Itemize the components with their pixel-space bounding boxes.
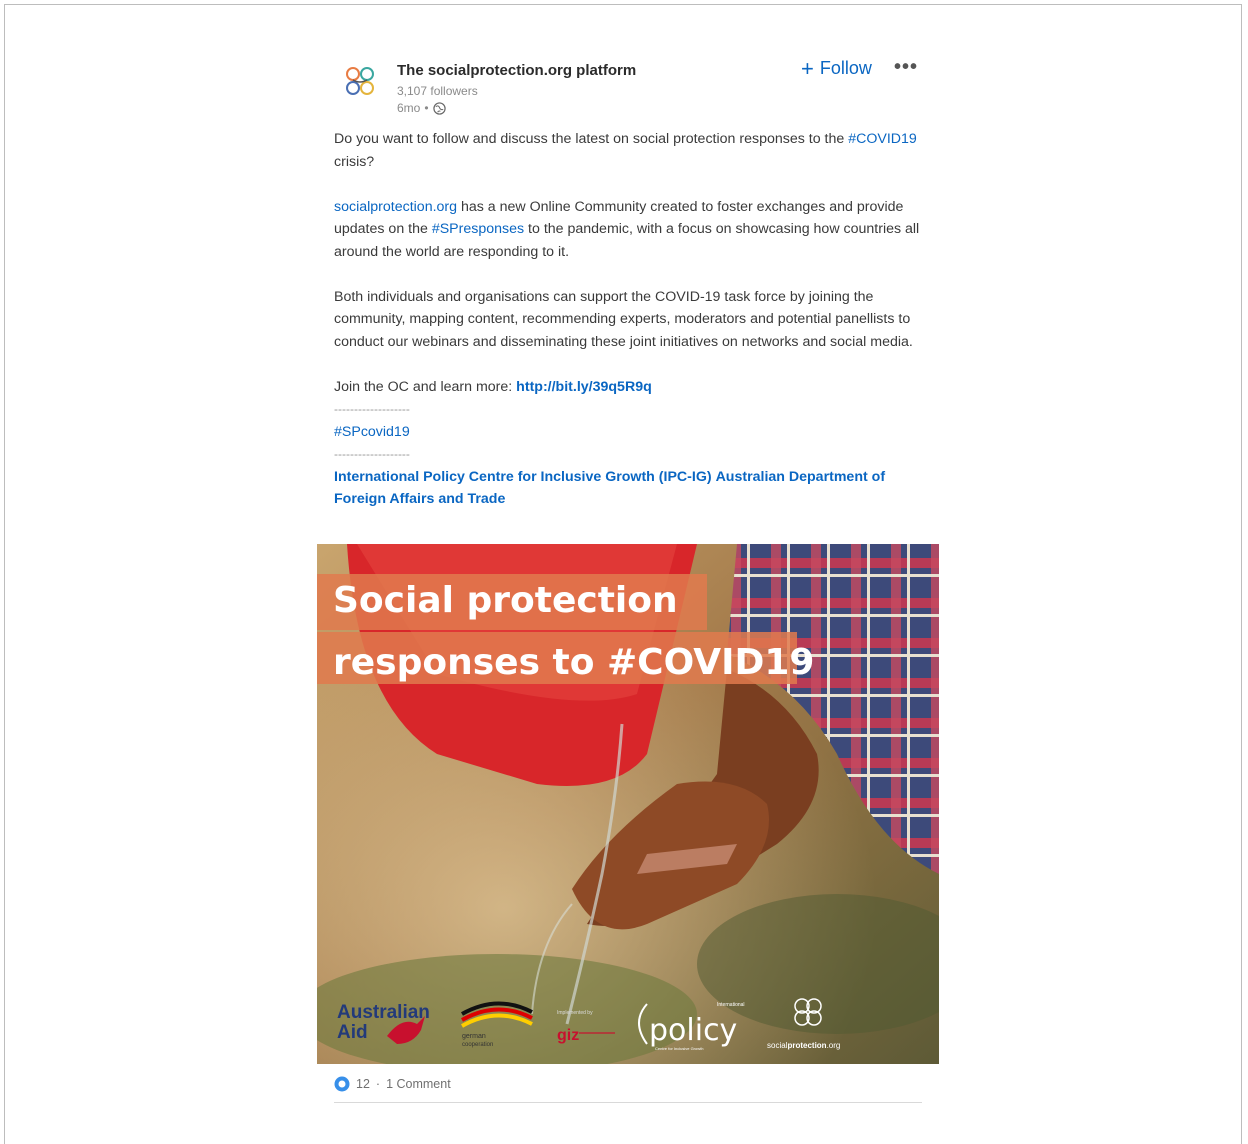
post-time: 6mo [397,101,421,115]
comments-count[interactable]: 1 Comment [386,1077,451,1091]
svg-text:german: german [462,1033,486,1040]
post-meta: 6mo • [397,101,446,115]
svg-text:International: International [717,1002,745,1008]
more-options-icon[interactable]: ••• [894,56,918,79]
hashtag-spresponses[interactable]: #SPresponses [432,221,524,237]
hashtag-covid19[interactable]: #COVID19 [848,131,917,147]
plus-icon: + [801,55,814,81]
paragraph-4: Join the OC and learn more: http://bit.l… [334,376,924,399]
svg-text:cooperation: cooperation [462,1042,493,1048]
bitly-link[interactable]: http://bit.ly/39q5R9q [516,379,652,395]
paragraph-3: Both individuals and organisations can s… [334,288,913,350]
post-body: Do you want to follow and discuss the la… [334,128,924,511]
follow-label: Follow [819,58,872,78]
mention-ipc-ig[interactable]: International Policy Centre for Inclusiv… [334,469,712,485]
p4-text: Join the OC and learn more: [334,378,517,395]
image-title-line1: Social protection [333,580,678,621]
followers-count: 3,107 followers [397,84,478,98]
meta-separator: • [424,101,429,115]
divider-dashes-2: ------------------- [334,447,410,461]
company-name[interactable]: The socialprotection.org platform [397,62,636,79]
divider-dashes-1: ------------------- [334,402,410,416]
svg-text:Australian: Australian [337,1002,430,1023]
post-header: The socialprotection.org platform 3,107 … [317,40,939,124]
paragraph-2: socialprotection.org has a new Online Co… [334,196,924,264]
linkedin-post: The socialprotection.org platform 3,107 … [317,40,939,1103]
reactions-count[interactable]: 12 [356,1077,370,1091]
svg-text:policy: policy [649,1013,737,1048]
p1-tail: crisis? [334,153,375,170]
svg-text:Implemented by: Implemented by [557,1010,593,1016]
hashtag-spcovid19[interactable]: #SPcovid19 [334,421,924,444]
like-reaction-icon [334,1076,350,1092]
globe-icon [432,101,446,115]
social-counts[interactable]: 12 · 1 Comment [334,1076,451,1092]
socialprotection-link[interactable]: socialprotection.org [334,199,457,215]
p1-text: Do you want to follow and discuss the la… [334,131,849,147]
follow-button[interactable]: + Follow [801,55,872,81]
footer-divider [334,1102,922,1103]
company-logo-icon[interactable] [341,62,379,100]
svg-text:socialprotection.org: socialprotection.org [767,1041,840,1050]
svg-text:Aid: Aid [337,1022,368,1043]
counts-separator: · [375,1077,381,1091]
post-image[interactable]: Social protection responses to #COVID19 … [317,544,939,1064]
paragraph-1: Do you want to follow and discuss the la… [334,128,924,173]
svg-text:Centre for Inclusive Growth: Centre for Inclusive Growth [655,1046,703,1051]
image-title-line2: responses to #COVID19 [333,642,814,683]
svg-text:giz: giz [557,1027,579,1044]
mentions: International Policy Centre for Inclusiv… [334,466,924,511]
